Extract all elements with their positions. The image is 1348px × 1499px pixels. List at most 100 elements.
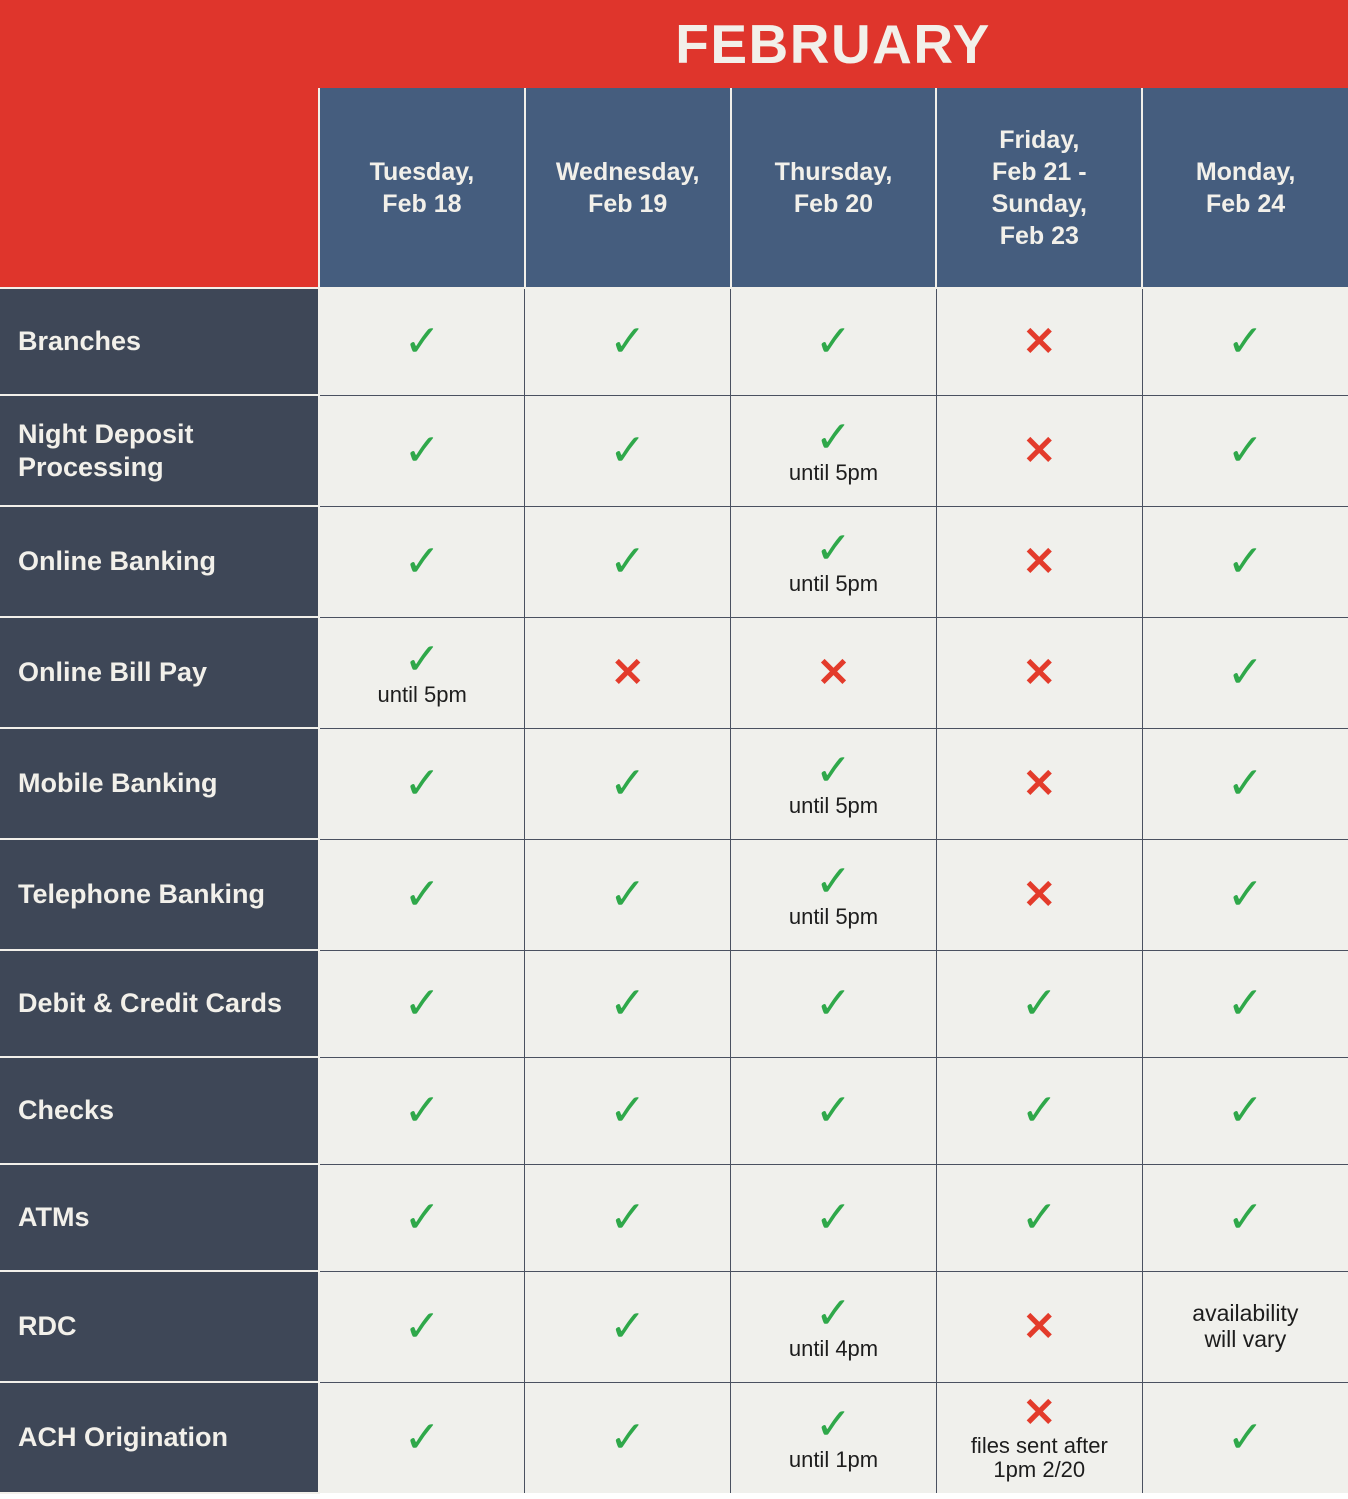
cell-r7-c2: ✓	[730, 1056, 937, 1165]
cell-note: until 5pm	[788, 570, 879, 596]
check-icon: ✓	[815, 1399, 852, 1449]
check-icon: ✓	[815, 1288, 852, 1338]
cross-icon: ✕	[1022, 1304, 1057, 1349]
cell-content: ✓	[1147, 316, 1344, 366]
cell-note: until 5pm	[788, 459, 879, 485]
cell-content: ✓	[324, 1301, 520, 1351]
cell-r3-c4: ✓	[1141, 616, 1348, 729]
cell-r0-c1: ✓	[524, 287, 732, 396]
cell-r8-c1: ✓	[524, 1163, 732, 1272]
cell-content: ✓	[324, 1415, 520, 1460]
table-body: Branches ✓ ✓ ✓ ✕ ✓ Night Deposit Processing ✓ ✓ ✓…	[0, 287, 1348, 1494]
cell-content: ✕	[941, 322, 1138, 362]
check-icon: ✓	[815, 745, 852, 795]
cell-r6-c0: ✓	[318, 949, 526, 1058]
column-header-day-1: Wednesday, Feb 19	[523, 88, 732, 289]
row-label-10: ACH Origination	[0, 1381, 320, 1494]
check-icon: ✓	[1020, 1192, 1058, 1242]
cell-r1-c3: ✕	[935, 394, 1143, 507]
cell-content: ✓	[529, 978, 726, 1028]
cell-r5-c0: ✓	[318, 838, 526, 951]
check-icon: ✓	[609, 1085, 647, 1135]
cell-r5-c2: ✓ until 5pm	[730, 838, 937, 951]
table-header: Tuesday, Feb 18 Wednesday, Feb 19 Thursd…	[0, 88, 1348, 289]
cell-content: ✓	[1147, 650, 1344, 695]
check-icon: ✓	[609, 869, 647, 919]
cell-content: ✓	[735, 981, 932, 1026]
cell-note: until 4pm	[788, 1335, 879, 1361]
check-icon: ✓	[403, 425, 441, 475]
cross-icon: ✕	[1022, 539, 1057, 584]
check-icon: ✓	[815, 316, 852, 366]
check-icon: ✓	[1226, 978, 1264, 1028]
table-row: ACH Origination ✓ ✓ ✓ until 1pm ✕ files sent a…	[0, 1381, 1348, 1494]
row-label-3: Online Bill Pay	[0, 616, 320, 729]
cell-content: ✓	[529, 761, 726, 806]
page-title: FEBRUARY	[675, 13, 991, 75]
holiday-schedule-sheet: FEBRUARY Tuesday, Feb 18 Wednesday, Feb …	[0, 0, 1348, 1499]
cell-content: ✓	[529, 1304, 726, 1349]
cell-content: ✓	[529, 1085, 726, 1135]
cell-content: ✓ until 1pm	[735, 1399, 932, 1473]
check-icon: ✓	[403, 869, 441, 919]
cross-icon: ✕	[816, 650, 851, 695]
cell-note: until 1pm	[788, 1446, 879, 1472]
check-icon: ✓	[1226, 1412, 1264, 1462]
check-icon: ✓	[1020, 978, 1058, 1028]
cell-content: ✓	[324, 761, 520, 806]
availability-table: Tuesday, Feb 18 Wednesday, Feb 19 Thursd…	[0, 88, 1348, 1494]
cell-content: ✓	[1147, 761, 1344, 806]
cell-content: ✓	[1147, 869, 1344, 919]
check-icon: ✓	[1226, 316, 1264, 366]
check-icon: ✓	[403, 1301, 441, 1351]
cell-content: ✓ until 4pm	[735, 1288, 932, 1362]
check-icon: ✓	[403, 1192, 441, 1242]
cell-r1-c2: ✓ until 5pm	[730, 394, 937, 507]
row-label-0: Branches	[0, 287, 320, 396]
cell-r1-c0: ✓	[318, 394, 526, 507]
row-label-5: Telephone Banking	[0, 838, 320, 951]
cross-icon: ✕	[1022, 872, 1057, 917]
check-icon: ✓	[609, 536, 647, 586]
cell-r2-c3: ✕	[935, 505, 1143, 618]
cell-r10-c3: ✕ files sent after 1pm 2/20	[935, 1381, 1143, 1493]
cell-r3-c2: ✕	[730, 616, 937, 729]
cell-content: ✓	[735, 1088, 932, 1133]
cell-r10-c2: ✓ until 1pm	[730, 1381, 937, 1493]
check-icon: ✓	[1020, 1085, 1058, 1135]
check-icon: ✓	[815, 1192, 852, 1242]
table-row: ATMs ✓ ✓ ✓ ✓ ✓	[0, 1163, 1348, 1272]
cell-r6-c1: ✓	[524, 949, 732, 1058]
cross-icon: ✕	[1022, 761, 1057, 806]
cross-icon: ✕	[1022, 428, 1057, 473]
check-icon: ✓	[1226, 869, 1264, 919]
cell-content: ✓	[324, 536, 520, 586]
check-icon: ✓	[609, 978, 647, 1028]
check-icon: ✓	[815, 856, 852, 906]
cell-r10-c0: ✓	[318, 1381, 526, 1493]
row-label-6: Debit & Credit Cards	[0, 949, 320, 1058]
table-row: Branches ✓ ✓ ✓ ✕ ✓	[0, 287, 1348, 396]
table-row: Online Bill Pay ✓ until 5pm ✕ ✕ ✕ ✓	[0, 616, 1348, 729]
cell-note: files sent after 1pm 2/20	[970, 1432, 1108, 1483]
cross-icon: ✕	[1022, 650, 1057, 695]
cell-content: ✓	[1147, 428, 1344, 473]
cell-r0-c3: ✕	[935, 287, 1143, 396]
check-icon: ✓	[609, 425, 647, 475]
cell-r9-c3: ✕	[935, 1270, 1143, 1383]
column-header-day-4: Monday, Feb 24	[1141, 88, 1348, 289]
cell-content: ✕	[941, 653, 1138, 693]
cell-r6-c3: ✓	[935, 949, 1143, 1058]
cell-r6-c2: ✓	[730, 949, 937, 1058]
row-label-8: ATMs	[0, 1163, 320, 1272]
cell-r8-c4: ✓	[1141, 1163, 1348, 1272]
table-row: Online Banking ✓ ✓ ✓ until 5pm ✕ ✓	[0, 505, 1348, 618]
cell-content: ✓	[529, 869, 726, 919]
row-label-4: Mobile Banking	[0, 727, 320, 840]
cell-r3-c1: ✕	[524, 616, 732, 729]
table-row: Telephone Banking ✓ ✓ ✓ until 5pm ✕ ✓	[0, 838, 1348, 951]
cell-r10-c1: ✓	[524, 1381, 732, 1493]
cell-content: ✓	[1147, 539, 1344, 584]
cell-r9-c1: ✓	[524, 1270, 732, 1383]
check-icon: ✓	[403, 536, 441, 586]
